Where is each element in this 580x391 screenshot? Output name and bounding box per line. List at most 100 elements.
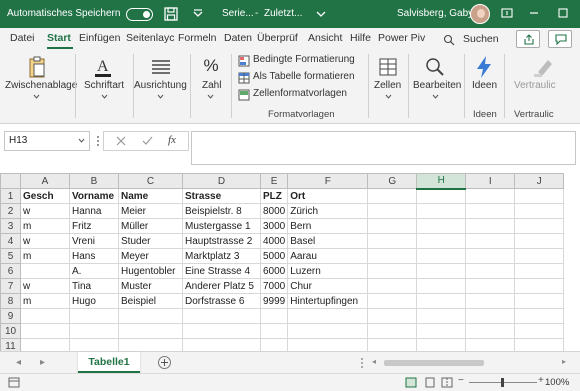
saved-status[interactable]: Zuletzt... xyxy=(264,8,302,19)
document-name[interactable]: Serie... xyxy=(222,8,254,19)
cell-e8[interactable]: 9999 xyxy=(259,293,289,309)
cell-i8[interactable] xyxy=(465,293,516,309)
cell-f11[interactable] xyxy=(287,338,369,351)
cell-i2[interactable] xyxy=(465,203,516,219)
add-sheet-button[interactable] xyxy=(158,356,171,369)
cell-g5[interactable] xyxy=(367,248,418,264)
tab-ansicht[interactable]: Ansicht xyxy=(308,32,342,44)
cell-c9[interactable] xyxy=(118,308,183,324)
check-icon[interactable] xyxy=(142,136,153,146)
chevron-down-icon[interactable] xyxy=(78,137,85,144)
cell-b5[interactable]: Hans xyxy=(69,248,119,264)
split-handle-icon[interactable] xyxy=(360,357,364,369)
group-zellen[interactable]: Zellen xyxy=(370,50,406,122)
row-header[interactable]: 7 xyxy=(0,278,21,294)
row-header[interactable]: 6 xyxy=(0,263,21,279)
cell-a9[interactable] xyxy=(20,308,70,324)
cell-d5[interactable]: Marktplatz 3 xyxy=(182,248,261,264)
tab-start[interactable]: Start xyxy=(47,32,71,44)
cell-h9[interactable] xyxy=(416,308,467,324)
column-header-h[interactable]: H xyxy=(416,173,467,190)
cell-c10[interactable] xyxy=(118,323,183,339)
tab-seitenlayout[interactable]: Seitenlayc xyxy=(126,32,174,44)
column-header-i[interactable]: I xyxy=(465,173,516,189)
cell-d1[interactable]: Strasse xyxy=(182,188,261,204)
next-sheet-icon[interactable]: ▸ xyxy=(40,357,45,368)
cell-a8[interactable]: m xyxy=(20,293,70,309)
insert-function-button[interactable]: fx xyxy=(168,134,176,146)
cell-a1[interactable]: Gesch xyxy=(20,188,70,204)
row-header[interactable]: 4 xyxy=(0,233,21,249)
cell-j10[interactable] xyxy=(514,323,565,339)
cell-g2[interactable] xyxy=(367,203,418,219)
accessibility-icon[interactable] xyxy=(8,377,20,388)
zoom-in-icon[interactable]: + xyxy=(538,375,544,386)
cell-f9[interactable] xyxy=(287,308,369,324)
cell-h4[interactable] xyxy=(416,233,467,249)
cell-i5[interactable] xyxy=(465,248,516,264)
cell-d2[interactable]: Beispielstr. 8 xyxy=(182,203,261,219)
cell-a11[interactable] xyxy=(20,338,70,351)
cell-c11[interactable] xyxy=(118,338,183,351)
cell-f7[interactable]: Chur xyxy=(287,278,369,294)
cell-b3[interactable]: Fritz xyxy=(69,218,119,234)
page-break-icon[interactable] xyxy=(441,377,453,388)
cell-e10[interactable] xyxy=(259,323,289,339)
spreadsheet-grid[interactable]: A B C D E F G H I J 1 Gesch Vorname Name Str… xyxy=(0,173,580,351)
page-layout-icon[interactable] xyxy=(424,377,436,388)
cell-j5[interactable] xyxy=(514,248,565,264)
cell-e4[interactable]: 4000 xyxy=(259,233,289,249)
cell-b10[interactable] xyxy=(69,323,119,339)
tab-hilfe[interactable]: Hilfe xyxy=(350,32,371,44)
group-bearbeiten[interactable]: Bearbeiten xyxy=(410,50,462,122)
cell-a7[interactable]: w xyxy=(20,278,70,294)
cell-i9[interactable] xyxy=(465,308,516,324)
cell-d6[interactable]: Eine Strasse 4 xyxy=(182,263,261,279)
tab-ueberpruefen[interactable]: Überprüf xyxy=(257,32,298,44)
cell-i10[interactable] xyxy=(465,323,516,339)
cell-b9[interactable] xyxy=(69,308,119,324)
sensitivity-icon[interactable] xyxy=(530,54,556,80)
cell-f10[interactable] xyxy=(287,323,369,339)
cell-j3[interactable] xyxy=(514,218,565,234)
cell-b8[interactable]: Hugo xyxy=(69,293,119,309)
normal-view-icon[interactable] xyxy=(405,377,417,388)
autosave-toggle[interactable] xyxy=(126,8,153,21)
cell-c2[interactable]: Meier xyxy=(118,203,183,219)
column-header-g[interactable]: G xyxy=(367,173,418,189)
sheet-tab-tabelle1[interactable]: Tabelle1 xyxy=(78,352,140,373)
search-box[interactable]: Suchen xyxy=(443,32,503,48)
tab-power-pivot[interactable]: Power Piv xyxy=(378,32,425,44)
tab-datei[interactable]: Datei xyxy=(10,32,35,44)
cell-g7[interactable] xyxy=(367,278,418,294)
customize-qat-icon[interactable] xyxy=(190,6,206,22)
cell-f6[interactable]: Luzern xyxy=(287,263,369,279)
cell-j2[interactable] xyxy=(514,203,565,219)
cell-a6[interactable] xyxy=(20,263,70,279)
cell-e9[interactable] xyxy=(259,308,289,324)
cell-j4[interactable] xyxy=(514,233,565,249)
prev-sheet-icon[interactable]: ◂ xyxy=(16,357,21,368)
cell-e11[interactable] xyxy=(259,338,289,351)
group-zwischenablage[interactable]: Zwischenablage xyxy=(0,50,77,122)
cell-i6[interactable] xyxy=(465,263,516,279)
vertraulich-button-label[interactable]: Vertraulic xyxy=(514,80,556,91)
cell-c3[interactable]: Müller xyxy=(118,218,183,234)
cell-a3[interactable]: m xyxy=(20,218,70,234)
cell-h11[interactable] xyxy=(416,338,467,351)
cell-f1[interactable]: Ort xyxy=(287,188,369,204)
cell-b7[interactable]: Tina xyxy=(69,278,119,294)
cell-i3[interactable] xyxy=(465,218,516,234)
group-zahl[interactable]: % Zahl xyxy=(192,50,230,122)
cell-f4[interactable]: Basel xyxy=(287,233,369,249)
cell-h6[interactable] xyxy=(416,263,467,279)
zoom-slider-thumb[interactable] xyxy=(501,378,504,387)
cell-b2[interactable]: Hanna xyxy=(69,203,119,219)
cell-i7[interactable] xyxy=(465,278,516,294)
scroll-left-icon[interactable]: ◂ xyxy=(372,357,376,366)
cell-c8[interactable]: Beispiel xyxy=(118,293,183,309)
cell-a2[interactable]: w xyxy=(20,203,70,219)
cell-d8[interactable]: Dorfstrasse 6 xyxy=(182,293,261,309)
cell-j1[interactable] xyxy=(514,188,565,204)
row-header[interactable]: 10 xyxy=(0,323,21,339)
